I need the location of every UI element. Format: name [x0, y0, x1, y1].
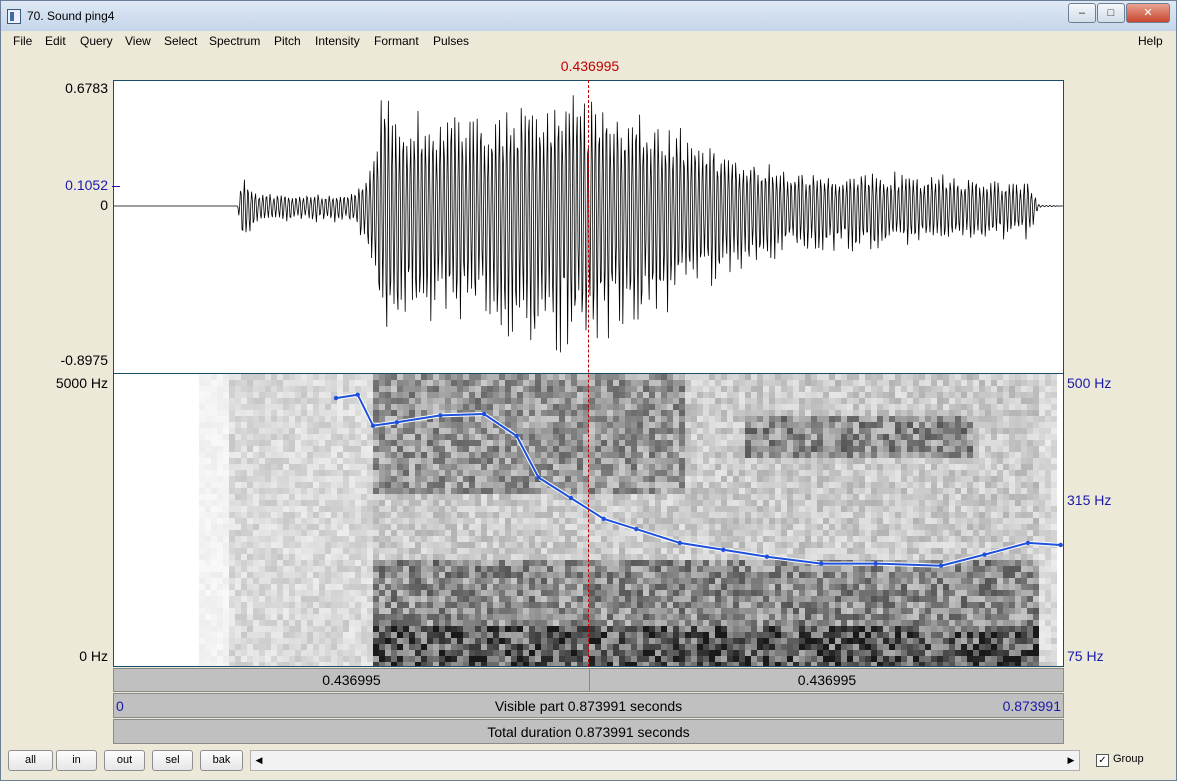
menu-bar: File Edit Query View Select Spectrum Pit…	[7, 31, 1169, 51]
pitch-point	[982, 552, 987, 557]
waveform-y-max: 0.6783	[65, 80, 108, 96]
pitch-axis-top: 500 Hz	[1067, 375, 1112, 391]
time-bar-left[interactable]: 0.436995	[114, 669, 589, 691]
spectrogram-freq-top: 5000 Hz	[55, 375, 108, 391]
time-bar-right[interactable]: 0.436995	[589, 669, 1064, 691]
minimize-button[interactable]: –	[1068, 3, 1096, 23]
total-duration-label: Total duration 0.873991 seconds	[487, 723, 690, 740]
visible-part-bar[interactable]: 0 Visible part 0.873991 seconds 0.873991	[113, 693, 1064, 718]
pitch-point	[1058, 542, 1063, 548]
menu-pulses[interactable]: Pulses	[433, 34, 469, 48]
visible-end: 0.873991	[1002, 698, 1061, 714]
spectrogram-shading	[199, 374, 1057, 666]
waveform-y-zero: 0	[100, 197, 108, 213]
pitch-point	[873, 561, 878, 566]
cursor-time-bar[interactable]: 0.436995 0.436995	[113, 668, 1064, 692]
menu-pitch[interactable]: Pitch	[274, 34, 301, 48]
pitch-point	[355, 392, 360, 397]
menu-file[interactable]: File	[13, 34, 32, 48]
pitch-point	[601, 516, 606, 521]
group-label: Group	[1113, 753, 1144, 765]
maximize-button[interactable]: □	[1097, 3, 1125, 23]
window-title: 70. Sound ping4	[27, 9, 115, 23]
pitch-axis-bottom: 75 Hz	[1067, 648, 1104, 664]
title-bar: 70. Sound ping4 – □ ✕	[1, 1, 1176, 31]
pitch-axis-mid: 315 Hz	[1067, 492, 1112, 508]
spectrogram-freq-bottom: 0 Hz	[79, 648, 108, 664]
pitch-point	[938, 563, 944, 568]
time-scrollbar[interactable]: ◀ ▶	[250, 750, 1080, 771]
menu-view[interactable]: View	[125, 34, 151, 48]
pitch-point	[481, 411, 487, 417]
pitch-point	[438, 413, 443, 418]
pitch-point	[370, 423, 376, 428]
waveform-y-min: -0.8975	[60, 352, 108, 368]
menu-spectrum[interactable]: Spectrum	[209, 34, 260, 48]
zoom-all-button[interactable]: all	[8, 750, 53, 771]
pitch-point	[394, 420, 400, 425]
menu-edit[interactable]: Edit	[45, 34, 66, 48]
zoom-in-button[interactable]: in	[56, 750, 97, 771]
pitch-point	[536, 475, 541, 480]
pitch-point	[568, 495, 574, 501]
pitch-point	[333, 395, 339, 401]
menu-query[interactable]: Query	[80, 34, 113, 48]
pitch-point	[721, 547, 726, 552]
pitch-point	[514, 433, 519, 439]
visible-part-label: Visible part 0.873991 seconds	[494, 697, 683, 714]
pitch-point	[634, 526, 639, 532]
mid-tick	[112, 186, 120, 187]
pitch-point	[1025, 540, 1031, 546]
pitch-point	[677, 540, 682, 546]
time-cursor-line	[588, 80, 589, 667]
menu-select[interactable]: Select	[164, 34, 197, 48]
spectrogram-plot	[199, 374, 1063, 666]
close-button[interactable]: ✕	[1126, 3, 1170, 23]
menu-formant[interactable]: Formant	[374, 34, 419, 48]
zoom-out-button[interactable]: out	[104, 750, 145, 771]
app-icon	[7, 9, 21, 24]
pitch-point	[764, 554, 770, 559]
scroll-left-arrow-icon[interactable]: ◀	[251, 751, 267, 770]
bottom-toolbar: all in out sel bak ◀ ▶ ✓ Group	[6, 750, 1168, 778]
scroll-right-arrow-icon[interactable]: ▶	[1063, 751, 1079, 770]
cursor-time-label: 0.436995	[560, 58, 620, 74]
menu-help[interactable]: Help	[1138, 34, 1163, 48]
waveform-y-mid: 0.1052	[65, 177, 108, 193]
zoom-sel-button[interactable]: sel	[152, 750, 193, 771]
group-checkbox[interactable]: ✓	[1096, 754, 1109, 767]
total-duration-bar[interactable]: Total duration 0.873991 seconds	[113, 719, 1064, 744]
zoom-back-button[interactable]: bak	[200, 750, 243, 771]
pitch-point	[819, 561, 824, 566]
menu-intensity[interactable]: Intensity	[315, 34, 360, 48]
